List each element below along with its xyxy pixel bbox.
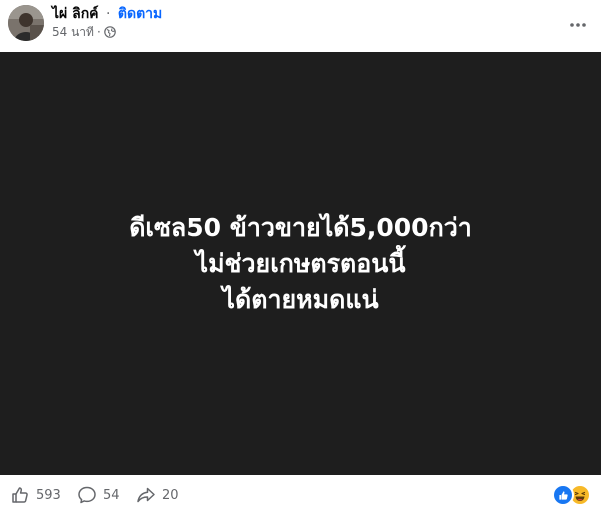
follow-button[interactable]: ติดตาม — [118, 6, 162, 22]
meta-separator: · — [96, 25, 101, 39]
author-name[interactable]: ไผ่ ลิกค์ — [52, 6, 99, 22]
like-button[interactable]: 593 — [10, 485, 61, 505]
media-text-line: ไม่ช่วยเกษตรตอนนี้ — [195, 248, 406, 278]
comment-button[interactable]: 54 — [77, 485, 120, 505]
share-button[interactable]: 20 — [136, 485, 179, 505]
comment-icon — [78, 486, 96, 504]
author-avatar[interactable] — [8, 5, 44, 41]
avatar-image — [8, 5, 44, 41]
share-icon — [137, 487, 155, 503]
name-separator: · — [106, 6, 111, 22]
more-horizontal-icon — [570, 23, 586, 27]
reaction-summary[interactable] — [552, 484, 591, 506]
like-reaction-icon — [552, 484, 574, 506]
media-text: ดีเซล50 ข้าวขายได้5,000กว่า ไม่ช่วยเกษตร… — [129, 210, 472, 318]
post-media[interactable]: ดีเซล50 ข้าวขายได้5,000กว่า ไม่ช่วยเกษตร… — [0, 52, 601, 475]
post-card: ไผ่ ลิกค์ · ติดตาม 54 นาที · ดีเซล50 ข้า… — [0, 0, 601, 514]
post-header: ไผ่ ลิกค์ · ติดตาม 54 นาที · — [0, 0, 601, 52]
media-text-line: ดีเซล50 ข้าวขายได้5,000กว่า — [129, 212, 472, 242]
post-meta: 54 นาที · — [52, 24, 116, 40]
author-row: ไผ่ ลิกค์ · ติดตาม — [52, 5, 162, 23]
thumbs-up-icon — [12, 487, 28, 503]
media-text-line: ได้ตายหมดแน่ — [222, 284, 379, 314]
comment-count: 54 — [103, 487, 120, 503]
post-footer: 593 54 20 — [0, 475, 601, 514]
post-timestamp[interactable]: 54 นาที — [52, 24, 94, 40]
share-count: 20 — [162, 487, 179, 503]
more-options-button[interactable] — [567, 14, 589, 36]
globe-icon[interactable] — [103, 26, 116, 38]
like-count: 593 — [36, 487, 61, 503]
